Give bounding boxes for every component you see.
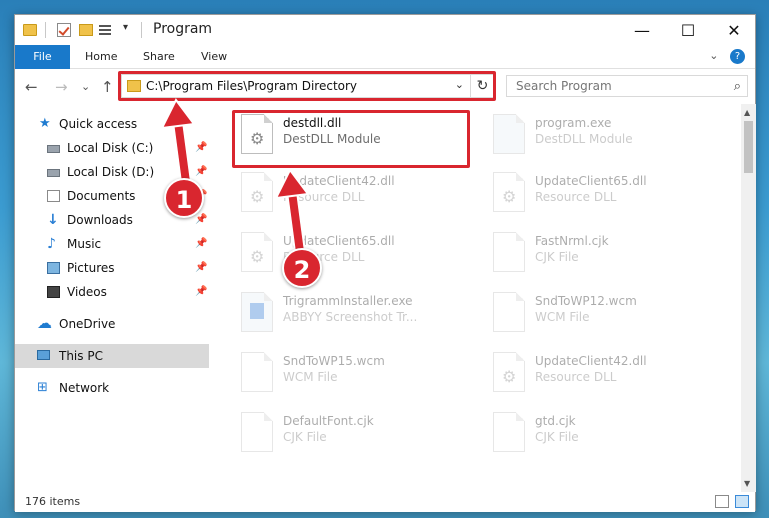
- step-1-callout: 1: [164, 178, 204, 218]
- annotation-arrows: [160, 98, 310, 253]
- arrow-2: [274, 168, 310, 253]
- step-2-callout: 2: [282, 248, 322, 288]
- arrow-1: [160, 98, 196, 183]
